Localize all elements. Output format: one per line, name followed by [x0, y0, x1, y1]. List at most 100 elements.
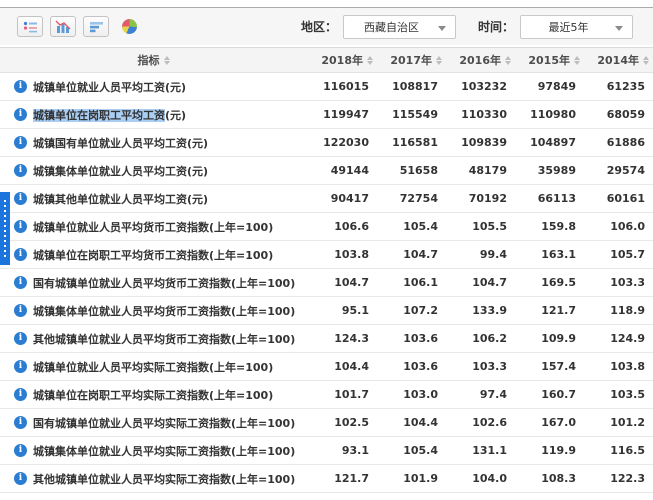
- pie-chart-icon: [122, 19, 137, 34]
- stats-data-page: 地区： 西藏自治区 时间： 最近5年 指标 2018年: [0, 0, 653, 500]
- table-row[interactable]: i 其他城镇单位就业人员平均实际工资指数(上年=100) 121.7 101.9…: [0, 465, 653, 493]
- table-row[interactable]: i 城镇单位就业人员平均货币工资指数(上年=100) 106.6 105.4 1…: [0, 213, 653, 241]
- info-icon[interactable]: i: [14, 332, 27, 345]
- info-icon[interactable]: i: [14, 164, 27, 177]
- info-icon[interactable]: i: [14, 276, 27, 289]
- table-body: i 城镇单位就业人员平均工资(元) 116015 108817 103232 9…: [0, 73, 653, 493]
- list-view-button[interactable]: [17, 16, 43, 37]
- value-cell: 97849: [515, 80, 584, 93]
- toolbar: 地区： 西藏自治区 时间： 最近5年: [0, 7, 653, 45]
- value-cell: 103.6: [377, 332, 446, 345]
- pie-chart-button[interactable]: [116, 16, 142, 37]
- header-year-2015[interactable]: 2015年: [515, 52, 584, 68]
- indicator-suffix: (元): [187, 137, 208, 150]
- time-label: 时间：: [478, 18, 514, 35]
- value-cell: 103.6: [377, 360, 446, 373]
- info-icon[interactable]: i: [14, 108, 27, 121]
- indicator-name: 城镇单位就业人员平均工资: [33, 81, 165, 94]
- indicator-name: 城镇集体单位就业人员平均实际工资指数: [33, 445, 231, 458]
- sort-icon[interactable]: [366, 56, 374, 65]
- value-cell: 103.8: [308, 248, 377, 261]
- indicator-name: 城镇单位在岗职工平均货币工资指数: [33, 249, 209, 262]
- table-row[interactable]: i 城镇单位在岗职工平均实际工资指数(上年=100) 101.7 103.0 9…: [0, 381, 653, 409]
- info-icon[interactable]: i: [14, 136, 27, 149]
- indicator-suffix: (上年=100): [231, 445, 295, 458]
- value-cell: 102.6: [446, 416, 515, 429]
- value-cell: 93.1: [308, 444, 377, 457]
- filters: 地区： 西藏自治区 时间： 最近5年: [301, 15, 633, 39]
- table-row[interactable]: i 国有城镇单位就业人员平均实际工资指数(上年=100) 102.5 104.4…: [0, 409, 653, 437]
- info-icon[interactable]: i: [14, 472, 27, 485]
- table-row[interactable]: i 城镇集体单位就业人员平均工资(元) 49144 51658 48179 35…: [0, 157, 653, 185]
- table-row[interactable]: i 城镇单位在岗职工平均工资(元) 119947 115549 110330 1…: [0, 101, 653, 129]
- value-cell: 105.4: [377, 444, 446, 457]
- table-row[interactable]: i 城镇单位就业人员平均工资(元) 116015 108817 103232 9…: [0, 73, 653, 101]
- time-filter: 时间： 最近5年: [478, 15, 633, 39]
- indicator-cell: i 城镇集体单位就业人员平均实际工资指数(上年=100): [0, 443, 308, 459]
- header-year-2017[interactable]: 2017年: [377, 52, 446, 68]
- region-dropdown[interactable]: 西藏自治区: [343, 15, 456, 39]
- indicator-name: 国有城镇单位就业人员平均货币工资指数: [33, 277, 231, 290]
- info-icon[interactable]: i: [14, 192, 27, 205]
- value-cell: 101.2: [584, 416, 653, 429]
- year-label: 2018年: [321, 52, 363, 68]
- bar-line-chart-button[interactable]: [50, 16, 76, 37]
- info-icon[interactable]: i: [14, 220, 27, 233]
- sort-icon[interactable]: [435, 56, 443, 65]
- info-icon[interactable]: i: [14, 416, 27, 429]
- value-cell: 49144: [308, 164, 377, 177]
- sort-icon[interactable]: [573, 56, 581, 65]
- year-label: 2017年: [390, 52, 432, 68]
- value-cell: 116.5: [584, 444, 653, 457]
- time-value: 最近5年: [549, 19, 605, 35]
- table-row[interactable]: i 城镇集体单位就业人员平均货币工资指数(上年=100) 95.1 107.2 …: [0, 297, 653, 325]
- time-dropdown[interactable]: 最近5年: [520, 15, 633, 39]
- value-cell: 119947: [308, 108, 377, 121]
- indicator-suffix: (上年=100): [209, 361, 273, 374]
- value-cell: 29574: [584, 164, 653, 177]
- hbar-chart-button[interactable]: [83, 16, 109, 37]
- value-cell: 103232: [446, 80, 515, 93]
- info-icon[interactable]: i: [14, 360, 27, 373]
- table-row[interactable]: i 城镇其他单位就业人员平均工资(元) 90417 72754 70192 66…: [0, 185, 653, 213]
- sort-icon[interactable]: [504, 56, 512, 65]
- info-icon[interactable]: i: [14, 248, 27, 261]
- indicator-cell: i 国有城镇单位就业人员平均货币工资指数(上年=100): [0, 275, 308, 291]
- table-row[interactable]: i 城镇单位在岗职工平均货币工资指数(上年=100) 103.8 104.7 9…: [0, 241, 653, 269]
- sort-icon[interactable]: [642, 56, 650, 65]
- feedback-side-tab[interactable]: [0, 192, 10, 265]
- info-icon[interactable]: i: [14, 80, 27, 93]
- header-year-2016[interactable]: 2016年: [446, 52, 515, 68]
- value-cell: 116581: [377, 136, 446, 149]
- indicator-cell: i 其他城镇单位就业人员平均实际工资指数(上年=100): [0, 471, 308, 487]
- table-row[interactable]: i 国有城镇单位就业人员平均货币工资指数(上年=100) 104.7 106.1…: [0, 269, 653, 297]
- info-icon[interactable]: i: [14, 388, 27, 401]
- indicator-name: 城镇单位就业人员平均货币工资指数: [33, 221, 209, 234]
- value-cell: 109.9: [515, 332, 584, 345]
- hbar-chart-icon: [89, 21, 104, 33]
- header-year-2014[interactable]: 2014年: [584, 52, 653, 68]
- header-indicator[interactable]: 指标: [0, 52, 308, 68]
- bar-line-chart-icon: [55, 20, 71, 33]
- value-cell: 104.7: [308, 276, 377, 289]
- indicator-name: 城镇集体单位就业人员平均货币工资指数: [33, 305, 231, 318]
- indicator-label: 其他城镇单位就业人员平均实际工资指数(上年=100): [33, 471, 295, 487]
- value-cell: 110980: [515, 108, 584, 121]
- value-cell: 104.4: [377, 416, 446, 429]
- sort-icon[interactable]: [163, 56, 171, 65]
- header-year-2018[interactable]: 2018年: [308, 52, 377, 68]
- value-cell: 104.7: [446, 276, 515, 289]
- value-cell: 131.1: [446, 444, 515, 457]
- table-row[interactable]: i 城镇集体单位就业人员平均实际工资指数(上年=100) 93.1 105.4 …: [0, 437, 653, 465]
- info-icon[interactable]: i: [14, 304, 27, 317]
- indicator-name: 城镇其他单位就业人员平均工资: [33, 193, 187, 206]
- value-cell: 115549: [377, 108, 446, 121]
- indicator-suffix: (上年=100): [231, 417, 295, 430]
- info-icon[interactable]: i: [14, 444, 27, 457]
- value-cell: 107.2: [377, 304, 446, 317]
- table-row[interactable]: i 城镇国有单位就业人员平均工资(元) 122030 116581 109839…: [0, 129, 653, 157]
- indicator-table: 指标 2018年 2017年 2016年 2015年 2014年: [0, 47, 653, 493]
- value-cell: 118.9: [584, 304, 653, 317]
- table-row[interactable]: i 城镇单位就业人员平均实际工资指数(上年=100) 104.4 103.6 1…: [0, 353, 653, 381]
- table-row[interactable]: i 其他城镇单位就业人员平均货币工资指数(上年=100) 124.3 103.6…: [0, 325, 653, 353]
